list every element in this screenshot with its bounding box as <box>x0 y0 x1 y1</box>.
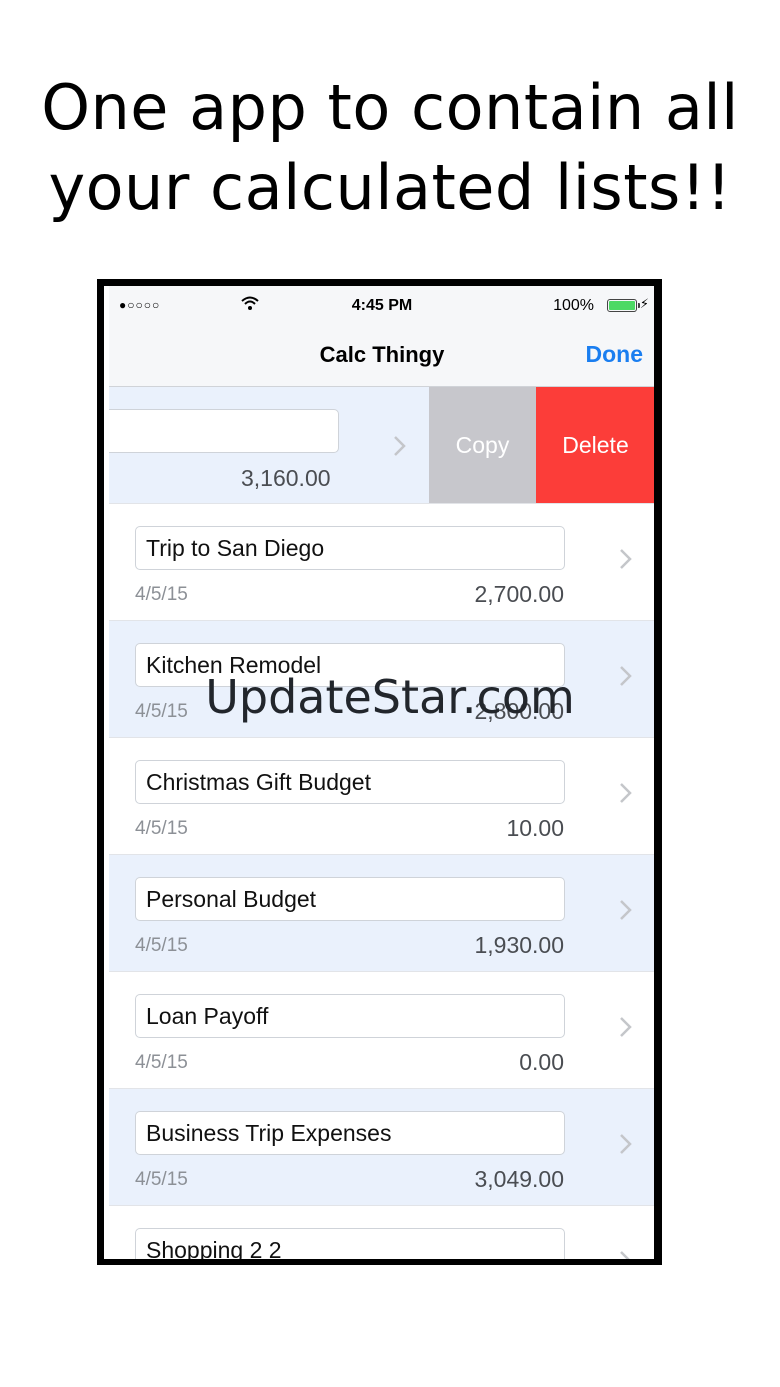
list-date: 4/5/15 <box>135 584 188 605</box>
list-total: 0.00 <box>519 1049 564 1075</box>
chevron-right-icon <box>620 1017 632 1037</box>
charging-bolt-icon: ⚡ <box>639 296 649 311</box>
status-bar: ●○○○○ 4:45 PM 100% ⚡ <box>109 286 654 328</box>
delete-button[interactable]: Delete <box>536 387 654 503</box>
list-name-field[interactable]: Christmas Gift Budget <box>135 760 565 804</box>
navigation-bar: Calc Thingy Done <box>109 328 654 387</box>
chevron-right-icon <box>620 783 632 803</box>
list-item[interactable]: Kitchen Remodel 4/5/15 2,800.00 <box>109 621 654 738</box>
list-date: 4/5/15 <box>135 701 188 722</box>
list-name-field[interactable]: Business Trip Expenses <box>135 1111 565 1155</box>
list-name-field[interactable]: oday <box>109 409 339 453</box>
calc-list: oday 3,160.00 Copy Delete Trip to San Di… <box>109 387 654 1259</box>
app-screen: ●○○○○ 4:45 PM 100% ⚡ Calc Thingy Done od… <box>109 286 654 1259</box>
list-item[interactable]: Business Trip Expenses 4/5/15 3,049.00 <box>109 1089 654 1206</box>
list-date: 4/5/15 <box>135 1169 188 1190</box>
list-total: 2,700.00 <box>474 581 564 607</box>
list-total: 10.00 <box>506 815 564 841</box>
phone-frame: ●○○○○ 4:45 PM 100% ⚡ Calc Thingy Done od… <box>97 279 662 1265</box>
battery-percentage: 100% <box>553 297 594 314</box>
list-total: 3,160.00 <box>241 465 331 491</box>
list-item-swiped[interactable]: oday 3,160.00 Copy Delete <box>109 387 654 504</box>
promo-headline: One app to contain all your calculated l… <box>0 68 780 228</box>
headline-line-2: your calculated lists!! <box>48 151 732 224</box>
list-item[interactable]: Shopping 2 2 <box>109 1206 654 1259</box>
list-date: 4/5/15 <box>135 1052 188 1073</box>
list-item[interactable]: Personal Budget 4/5/15 1,930.00 <box>109 855 654 972</box>
list-item[interactable]: Loan Payoff 4/5/15 0.00 <box>109 972 654 1089</box>
list-item[interactable]: Trip to San Diego 4/5/15 2,700.00 <box>109 504 654 621</box>
list-name-field[interactable]: Kitchen Remodel <box>135 643 565 687</box>
list-name-field[interactable]: Personal Budget <box>135 877 565 921</box>
chevron-right-icon <box>620 1134 632 1154</box>
list-name-field[interactable]: Shopping 2 2 <box>135 1228 565 1259</box>
list-total: 1,930.00 <box>474 932 564 958</box>
chevron-right-icon <box>394 436 406 456</box>
headline-line-1: One app to contain all <box>41 71 739 144</box>
list-name-field[interactable]: Loan Payoff <box>135 994 565 1038</box>
chevron-right-icon <box>620 666 632 686</box>
battery-icon <box>607 299 640 312</box>
list-name-field[interactable]: Trip to San Diego <box>135 526 565 570</box>
copy-button[interactable]: Copy <box>429 387 536 503</box>
list-item[interactable]: Christmas Gift Budget 4/5/15 10.00 <box>109 738 654 855</box>
list-total: 2,800.00 <box>474 698 564 724</box>
done-button[interactable]: Done <box>586 341 644 368</box>
chevron-right-icon <box>620 900 632 920</box>
chevron-right-icon <box>620 1251 630 1259</box>
list-total: 3,049.00 <box>474 1166 564 1192</box>
list-date: 4/5/15 <box>135 818 188 839</box>
list-date: 4/5/15 <box>135 935 188 956</box>
chevron-right-icon <box>620 549 632 569</box>
nav-title: Calc Thingy <box>319 342 445 367</box>
